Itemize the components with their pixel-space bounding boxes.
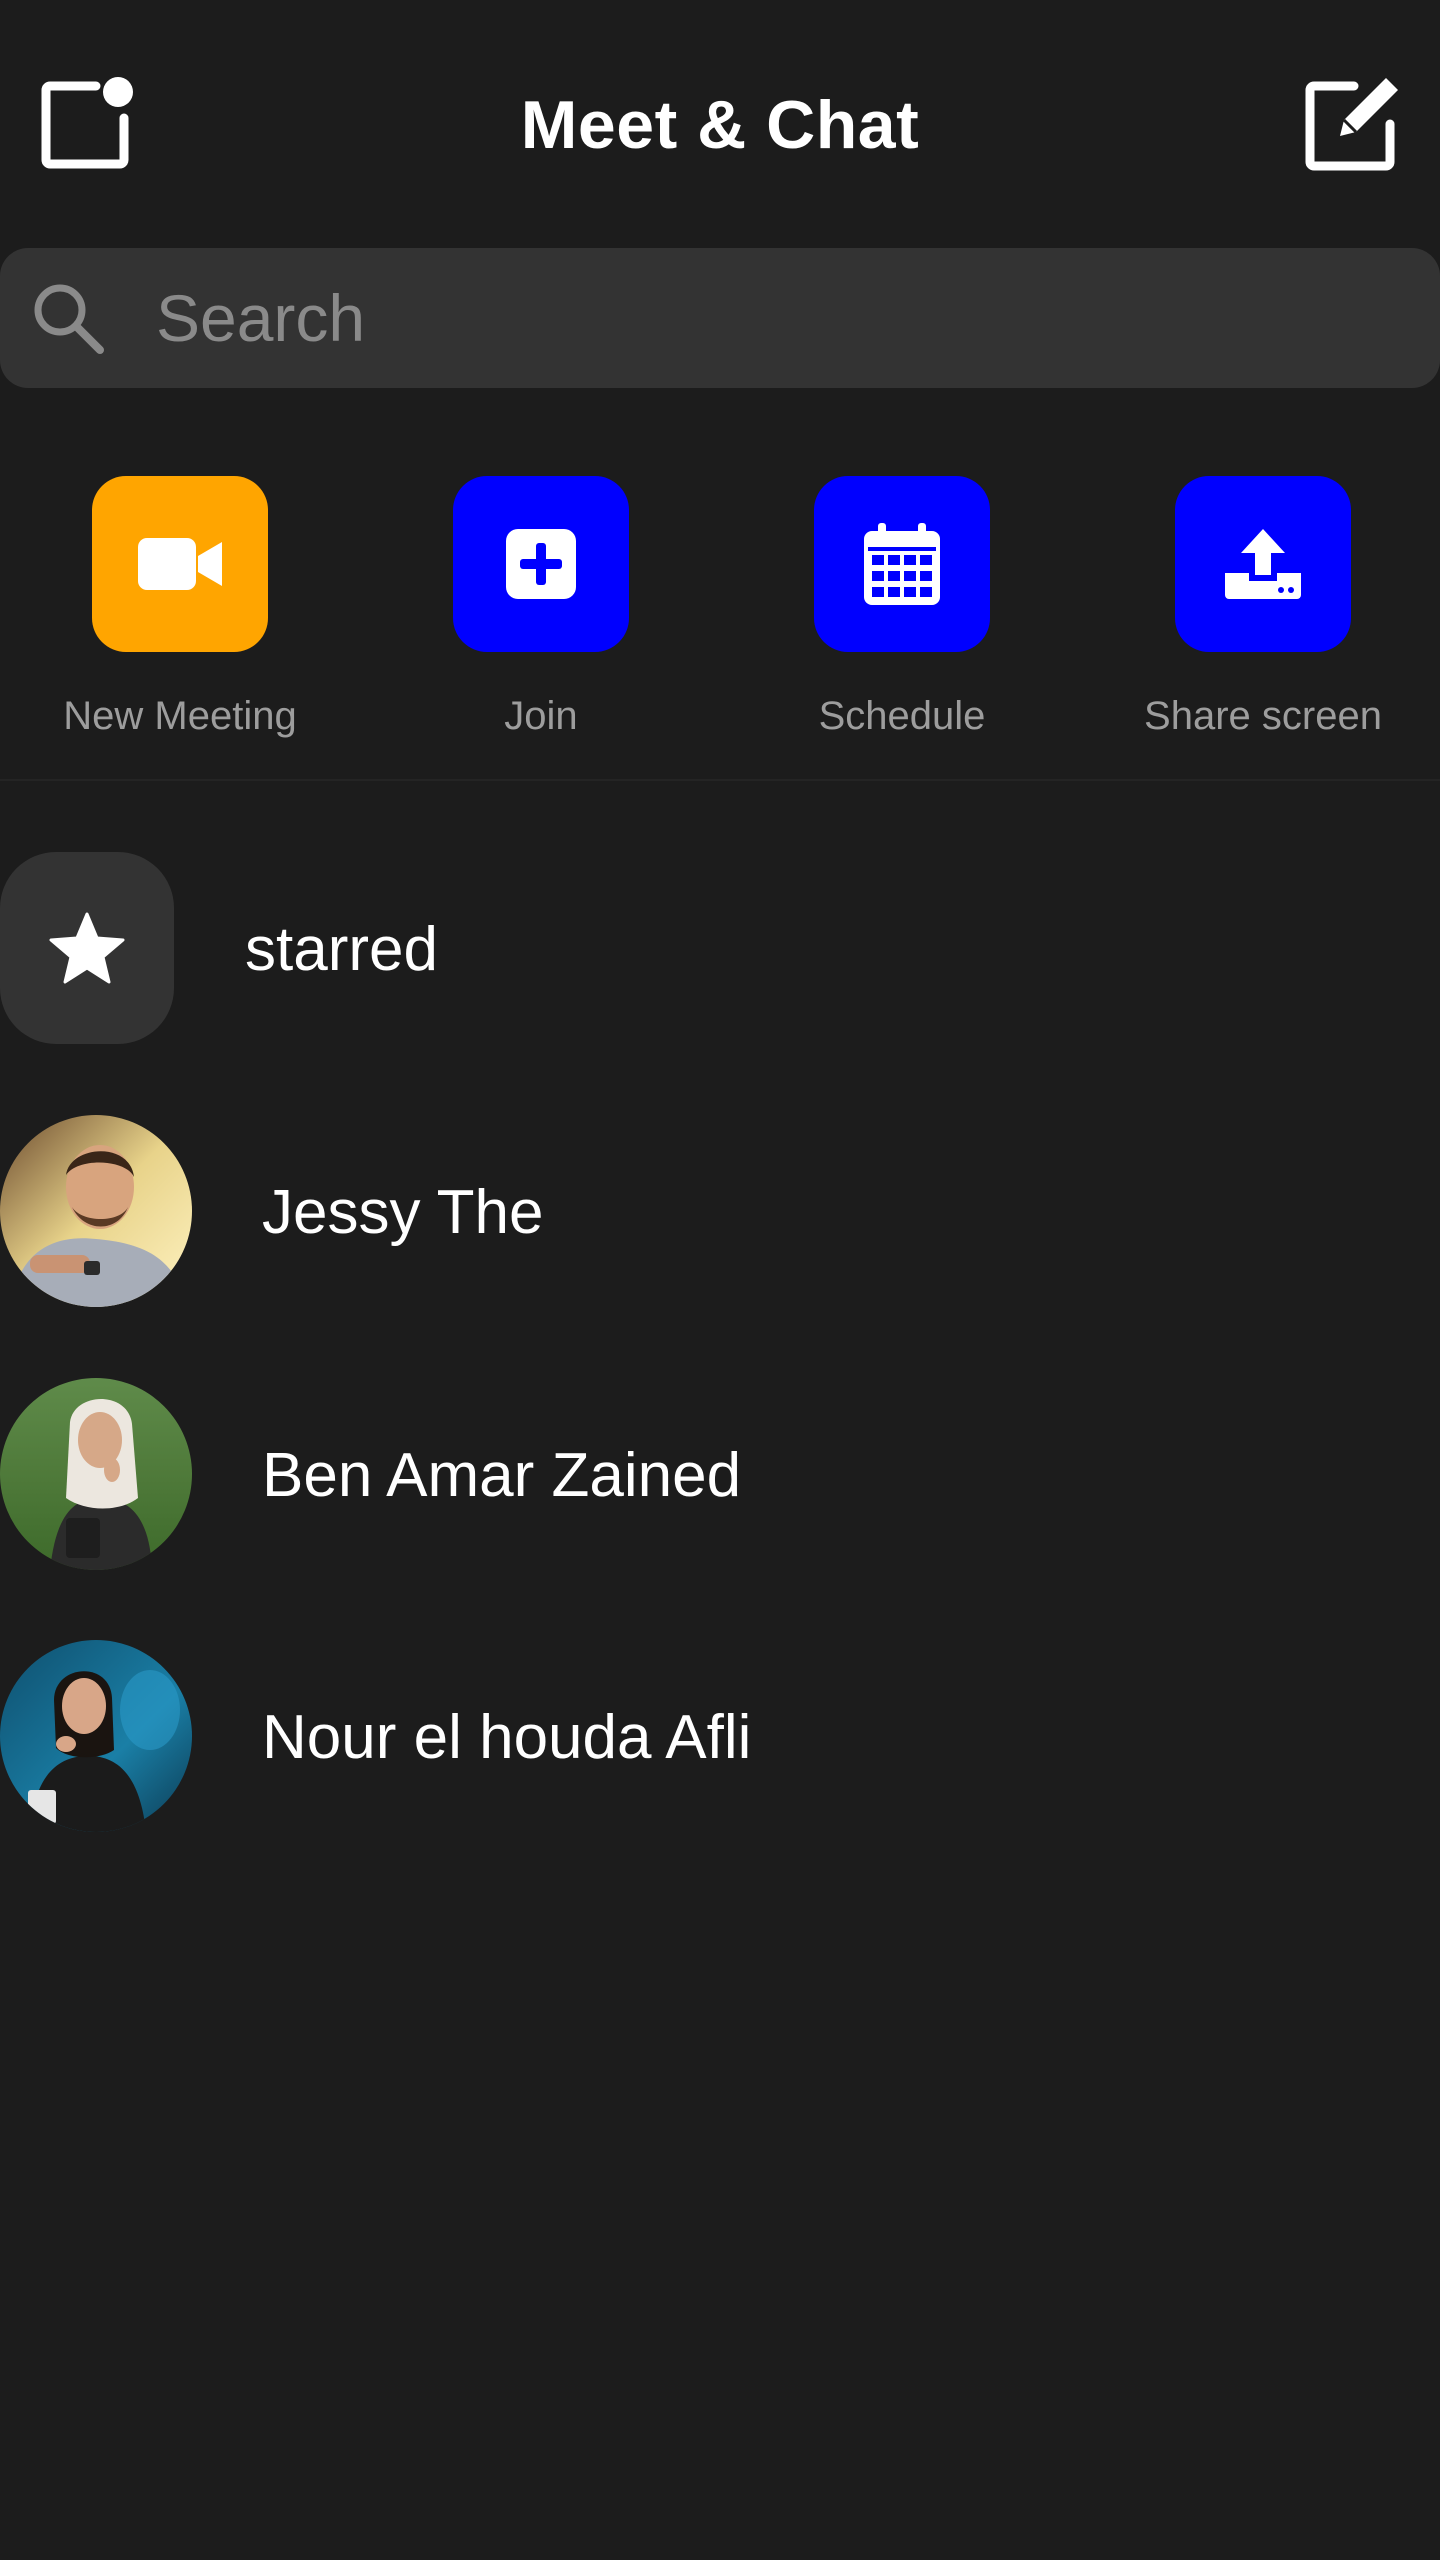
starred-label: starred — [245, 915, 438, 984]
share-screen-button[interactable]: Share screen — [1113, 476, 1413, 739]
upload-icon[interactable] — [1175, 476, 1351, 652]
search-input[interactable]: Search — [156, 280, 365, 356]
contact-name: Ben Amar Zained — [262, 1441, 742, 1510]
schedule-button[interactable]: Schedule — [752, 476, 1052, 739]
join-label: Join — [504, 694, 578, 738]
plus-square-icon[interactable] — [453, 476, 629, 652]
search-icon — [30, 280, 106, 356]
new-meeting-button[interactable]: New Meeting — [30, 476, 330, 739]
contact-row[interactable]: Jessy The — [0, 1115, 1440, 1307]
section-divider — [0, 779, 1440, 781]
new-meeting-label: New Meeting — [63, 694, 297, 738]
join-button[interactable]: Join — [391, 476, 691, 739]
page-title: Meet & Chat — [520, 87, 920, 163]
avatar — [0, 1640, 192, 1832]
search-bar[interactable]: Search — [0, 248, 1440, 388]
schedule-label: Schedule — [818, 694, 986, 738]
avatar — [0, 1115, 192, 1307]
share-screen-label: Share screen — [1144, 694, 1382, 738]
compose-icon[interactable] — [1302, 74, 1402, 174]
star-icon — [0, 852, 174, 1044]
calendar-icon[interactable] — [814, 476, 990, 652]
contact-row[interactable]: Nour el houda Afli — [0, 1640, 1440, 1832]
video-camera-icon[interactable] — [92, 476, 268, 652]
contact-name: Nour el houda Afli — [262, 1703, 752, 1772]
contact-name: Jessy The — [262, 1178, 544, 1247]
starred-row[interactable]: starred — [0, 852, 1440, 1044]
contact-row[interactable]: Ben Amar Zained — [0, 1378, 1440, 1570]
app-header: Meet & Chat — [0, 0, 1440, 240]
avatar — [0, 1378, 192, 1570]
quick-actions: New Meeting Join Schedule Share screen — [0, 476, 1440, 776]
